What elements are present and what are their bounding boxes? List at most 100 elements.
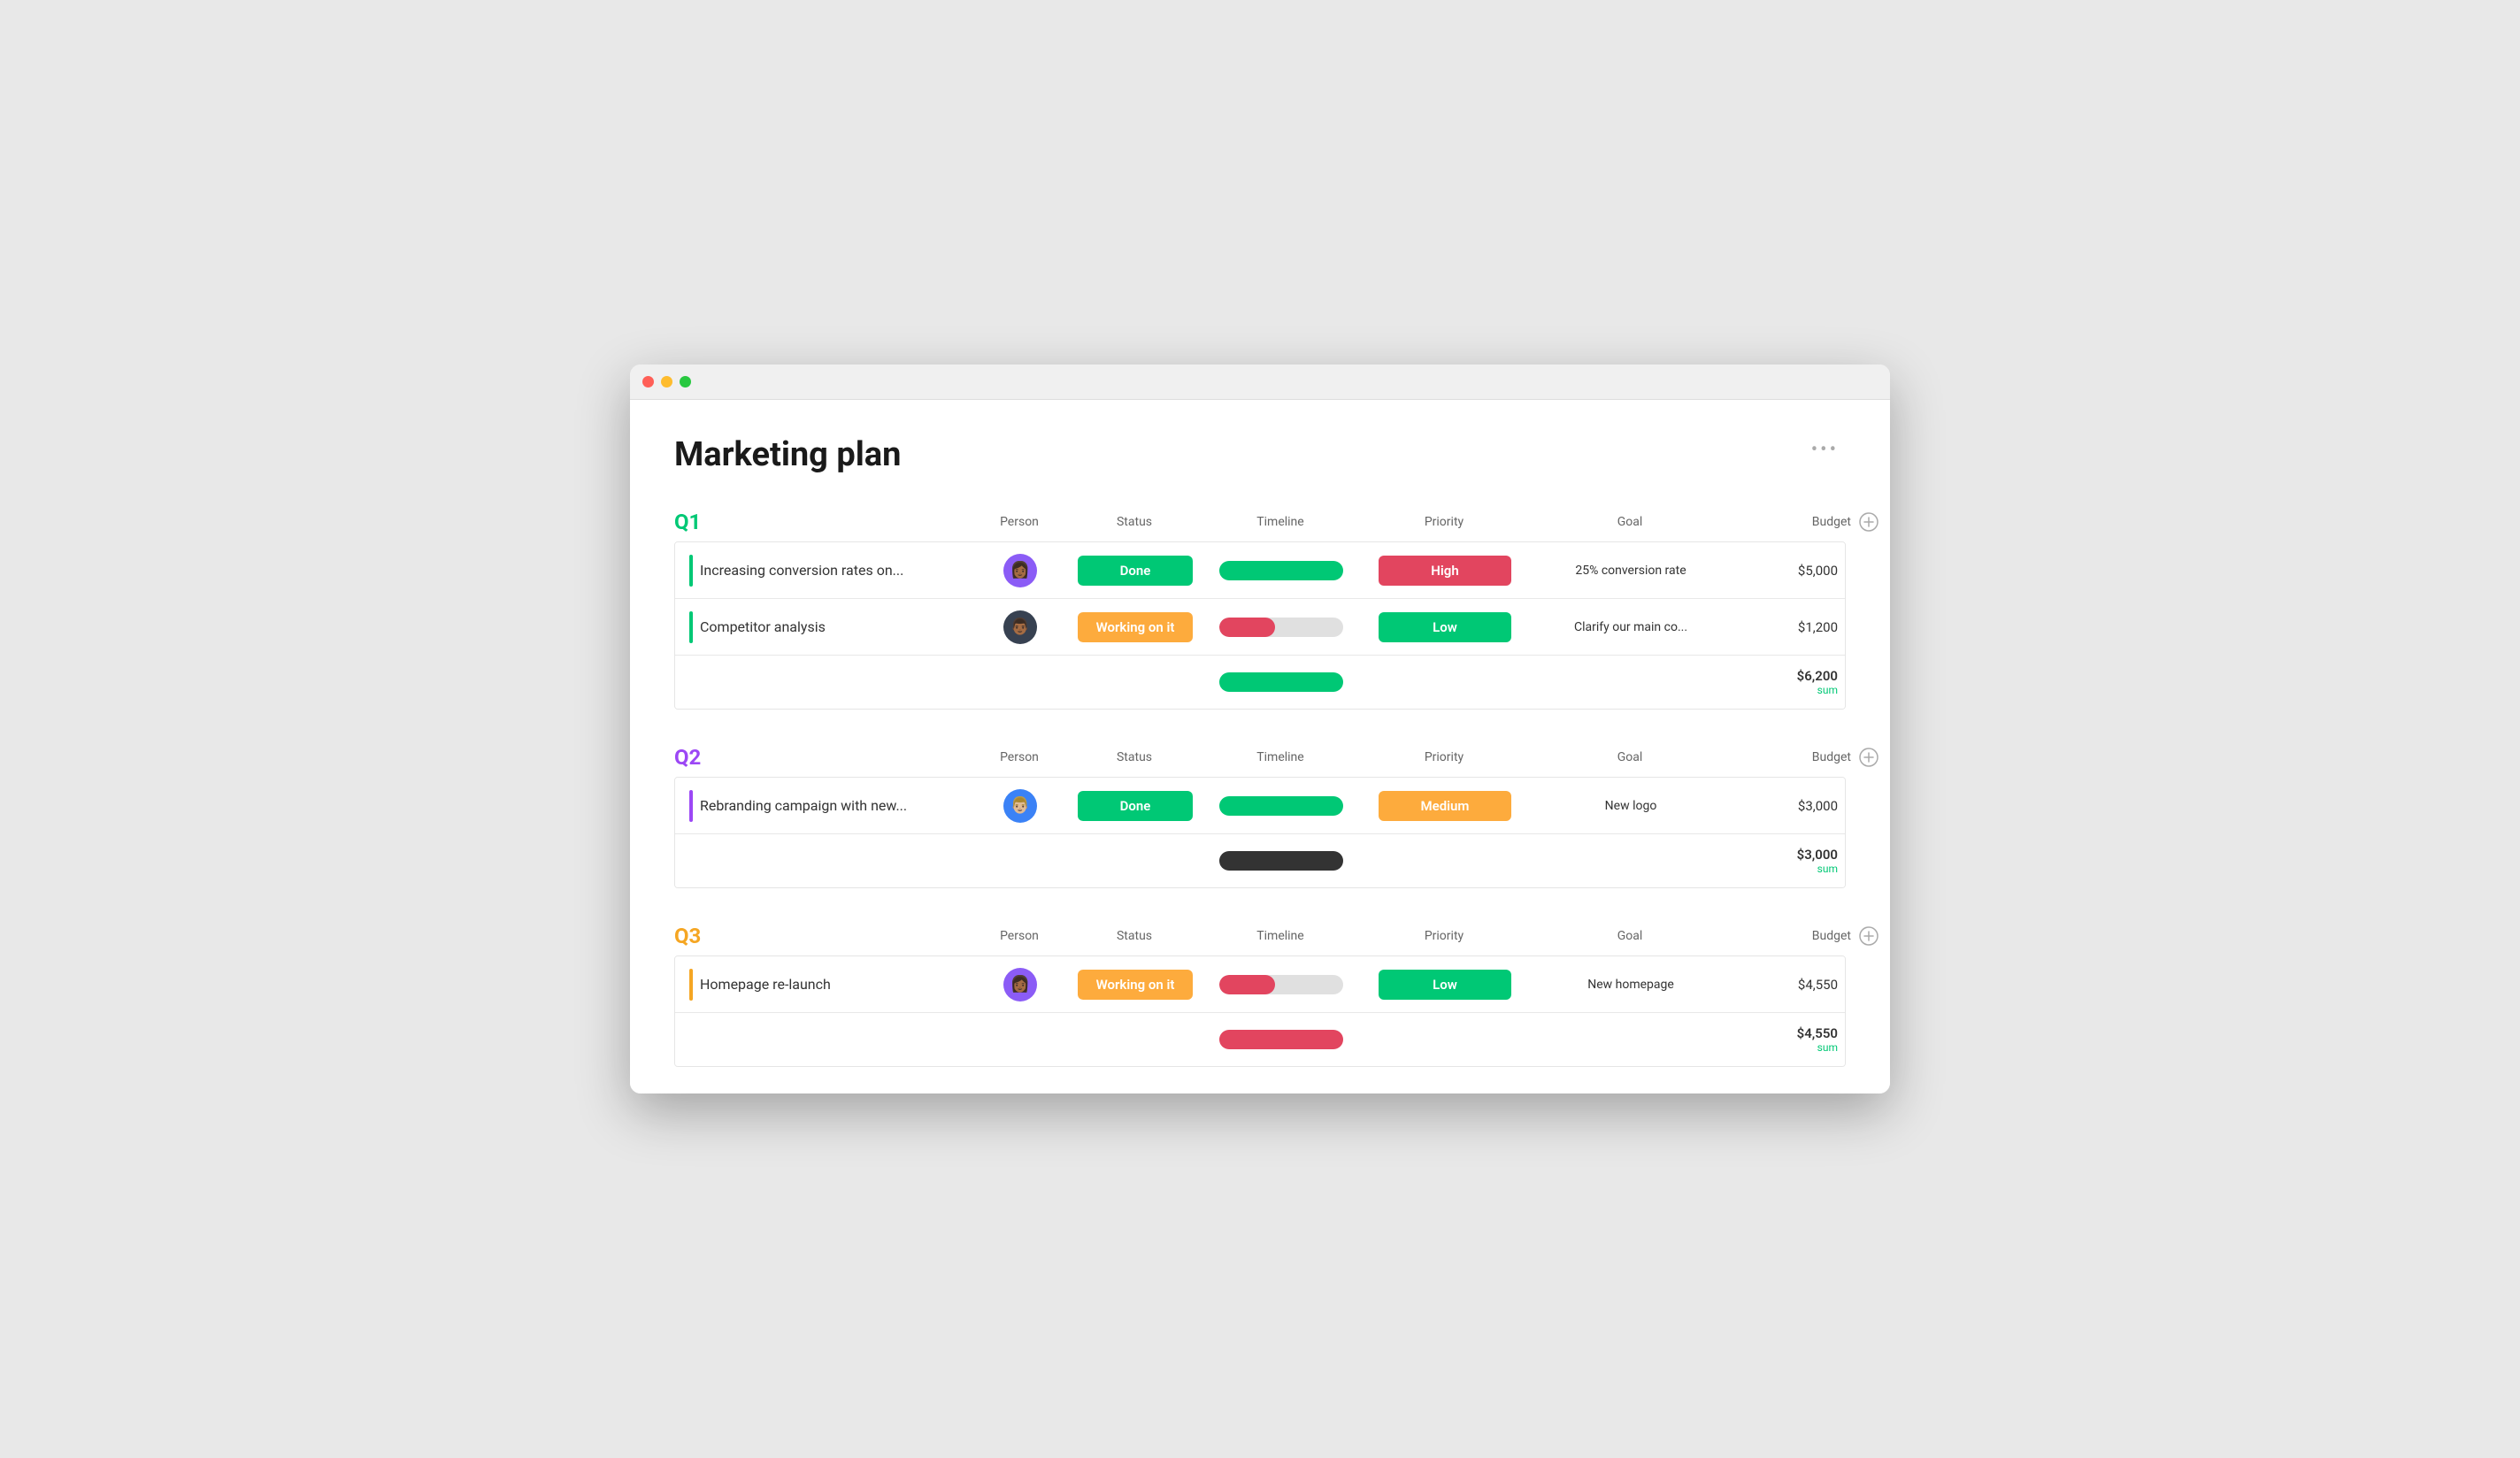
close-button[interactable] <box>642 376 654 388</box>
person-cell: 👨🏼 <box>976 789 1064 823</box>
person-cell: 👩🏾 <box>976 554 1064 587</box>
summary-budget-cell: $3,000sum <box>1728 847 1846 875</box>
col-header-goal: Goal <box>1533 750 1727 764</box>
minimize-button[interactable] <box>661 376 672 388</box>
add-item-button[interactable] <box>1851 512 1886 532</box>
section-title-q3: Q3 <box>674 924 975 948</box>
add-item-button[interactable] <box>1851 926 1886 946</box>
timeline-bar-fill <box>1219 618 1275 637</box>
table-row: Rebranding campaign with new... 👨🏼 Done Med… <box>675 778 1845 834</box>
status-badge: Working on it <box>1078 612 1193 642</box>
col-header-person: Person <box>975 515 1064 529</box>
budget-cell: $3,000 <box>1728 798 1846 814</box>
goal-cell: New logo <box>1533 799 1728 813</box>
summary-timeline-cell <box>1206 851 1356 871</box>
timeline-bar-container <box>1219 618 1343 637</box>
table-body-q2: Rebranding campaign with new... 👨🏼 Done Med… <box>674 777 1846 888</box>
task-color-bar <box>689 611 693 643</box>
more-options-button[interactable]: ••• <box>1804 435 1846 464</box>
summary-timeline-cell <box>1206 1030 1356 1049</box>
col-header-priority: Priority <box>1356 515 1533 529</box>
col-header-timeline: Timeline <box>1205 929 1356 943</box>
col-header-priority: Priority <box>1356 929 1533 943</box>
task-name-cell: Homepage re-launch <box>675 958 976 1011</box>
summary-timeline-cell <box>1206 672 1356 692</box>
status-cell[interactable]: Working on it <box>1064 970 1206 1000</box>
avatar: 👨🏼 <box>1003 789 1037 823</box>
summary-amount: $4,550 <box>1797 1025 1838 1041</box>
summary-label: sum <box>1817 684 1838 696</box>
col-header-budget: Budget <box>1727 929 1851 943</box>
priority-cell[interactable]: Low <box>1356 612 1533 642</box>
maximize-button[interactable] <box>680 376 691 388</box>
priority-badge: High <box>1379 556 1511 586</box>
priority-badge: Medium <box>1379 791 1511 821</box>
avatar: 👨🏾 <box>1003 610 1037 644</box>
task-color-bar <box>689 969 693 1001</box>
section-q3: Q3PersonStatusTimelinePriorityGoalBudget… <box>674 924 1846 1067</box>
section-title-q1: Q1 <box>674 510 975 534</box>
main-content: Marketing plan ••• Q1PersonStatusTimelin… <box>630 400 1890 1094</box>
section-header-q3: Q3PersonStatusTimelinePriorityGoalBudget <box>674 924 1846 948</box>
goal-cell: Clarify our main co... <box>1533 620 1728 634</box>
person-cell: 👨🏾 <box>976 610 1064 644</box>
table-body-q1: Increasing conversion rates on... 👩🏾 Done H… <box>674 541 1846 710</box>
col-header-budget: Budget <box>1727 515 1851 529</box>
task-color-bar <box>689 555 693 587</box>
task-name-cell: Increasing conversion rates on... <box>675 544 976 597</box>
traffic-lights <box>642 376 691 388</box>
col-header-person: Person <box>975 750 1064 764</box>
task-name-cell: Rebranding campaign with new... <box>675 779 976 833</box>
col-header-priority: Priority <box>1356 750 1533 764</box>
person-cell: 👩🏾 <box>976 968 1064 1001</box>
timeline-cell <box>1206 796 1356 816</box>
priority-cell[interactable]: Low <box>1356 970 1533 1000</box>
task-name-text: Competitor analysis <box>700 618 826 635</box>
priority-badge: Low <box>1379 970 1511 1000</box>
status-cell[interactable]: Done <box>1064 556 1206 586</box>
status-cell[interactable]: Done <box>1064 791 1206 821</box>
summary-budget-cell: $6,200sum <box>1728 668 1846 696</box>
summary-amount: $3,000 <box>1797 847 1838 863</box>
status-cell[interactable]: Working on it <box>1064 612 1206 642</box>
timeline-cell <box>1206 618 1356 637</box>
app-window: Marketing plan ••• Q1PersonStatusTimelin… <box>630 364 1890 1094</box>
table-row: Competitor analysis 👨🏾 Working on it Low Cla… <box>675 599 1845 656</box>
summary-row: $6,200sum <box>675 656 1845 709</box>
task-color-bar <box>689 790 693 822</box>
titlebar <box>630 364 1890 400</box>
page-title: Marketing plan <box>674 435 901 474</box>
summary-timeline-bar <box>1219 672 1343 692</box>
status-badge: Done <box>1078 556 1193 586</box>
col-header-status: Status <box>1064 929 1205 943</box>
status-badge: Working on it <box>1078 970 1193 1000</box>
col-header-status: Status <box>1064 515 1205 529</box>
summary-amount: $6,200 <box>1797 668 1838 684</box>
goal-cell: New homepage <box>1533 978 1728 992</box>
page-header: Marketing plan ••• <box>674 435 1846 474</box>
col-header-status: Status <box>1064 750 1205 764</box>
col-header-person: Person <box>975 929 1064 943</box>
section-header-q1: Q1PersonStatusTimelinePriorityGoalBudget <box>674 510 1846 534</box>
col-header-budget: Budget <box>1727 750 1851 764</box>
summary-budget-cell: $4,550sum <box>1728 1025 1846 1054</box>
priority-cell[interactable]: Medium <box>1356 791 1533 821</box>
summary-label: sum <box>1817 863 1838 875</box>
priority-badge: Low <box>1379 612 1511 642</box>
avatar: 👩🏾 <box>1003 554 1037 587</box>
budget-cell: $4,550 <box>1728 977 1846 993</box>
task-name-cell: Competitor analysis <box>675 601 976 654</box>
summary-row: $4,550sum <box>675 1013 1845 1066</box>
summary-row: $3,000sum <box>675 834 1845 887</box>
status-badge: Done <box>1078 791 1193 821</box>
col-header-goal: Goal <box>1533 515 1727 529</box>
sections-container: Q1PersonStatusTimelinePriorityGoalBudget… <box>674 510 1846 1067</box>
task-name-text: Homepage re-launch <box>700 976 831 993</box>
timeline-cell <box>1206 975 1356 994</box>
summary-label: sum <box>1817 1041 1838 1054</box>
timeline-bar-full <box>1219 796 1343 816</box>
add-item-button[interactable] <box>1851 748 1886 767</box>
priority-cell[interactable]: High <box>1356 556 1533 586</box>
budget-cell: $1,200 <box>1728 619 1846 635</box>
task-name-text: Increasing conversion rates on... <box>700 562 903 579</box>
